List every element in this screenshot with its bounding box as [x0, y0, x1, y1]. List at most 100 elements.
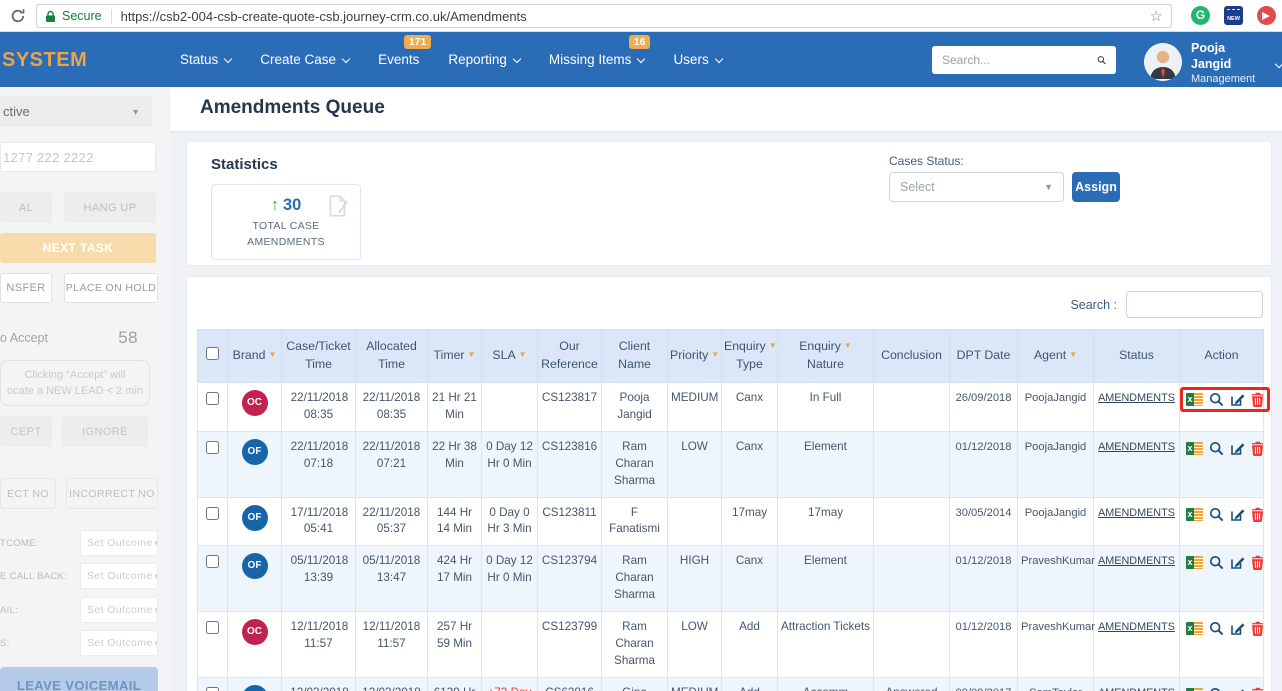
nav-item-reporting[interactable]: Reporting: [448, 52, 522, 67]
select-all-header[interactable]: [197, 329, 228, 383]
new-extension-icon[interactable]: NEW: [1224, 6, 1243, 25]
outcome-label: TCOME:: [0, 537, 39, 549]
select-all-checkbox[interactable]: [206, 347, 219, 361]
user-name: Pooja Jangid: [1191, 41, 1232, 72]
column-header-timer[interactable]: Timer ▼: [427, 329, 482, 383]
nav-item-events[interactable]: Events 171: [378, 35, 432, 67]
edit-icon[interactable]: [1230, 621, 1245, 636]
column-header-sla[interactable]: SLA ▼: [481, 329, 538, 383]
view-icon[interactable]: [1209, 507, 1224, 522]
column-header-enquiry[interactable]: Enquiry ▼ Type: [721, 329, 778, 383]
view-icon[interactable]: [1209, 441, 1224, 456]
table-search-input[interactable]: [1126, 291, 1263, 318]
case-ticket-time-cell: 17/11/2018 05:41: [281, 496, 356, 547]
view-icon[interactable]: [1209, 392, 1224, 407]
transfer-button[interactable]: NSFER: [0, 273, 52, 303]
grammarly-extension-icon[interactable]: G: [1191, 6, 1210, 25]
search-icon[interactable]: [1097, 53, 1106, 67]
view-icon[interactable]: [1209, 555, 1224, 570]
row-checkbox[interactable]: [206, 440, 219, 454]
nav-item-users[interactable]: Users: [673, 52, 723, 67]
edit-icon[interactable]: [1230, 392, 1245, 407]
accept-note-line: Clicking “Accept” will: [24, 368, 126, 381]
hang-up-button[interactable]: HANG UP: [64, 192, 156, 223]
delete-icon[interactable]: [1251, 507, 1264, 522]
sort-caret-icon[interactable]: ▼: [268, 350, 276, 359]
nav-item-label: Missing Items: [548, 52, 632, 67]
events-count-badge: 171: [403, 35, 432, 49]
row-checkbox[interactable]: [206, 391, 219, 405]
excel-export-icon[interactable]: x: [1186, 392, 1203, 406]
excel-export-icon[interactable]: x: [1186, 622, 1203, 636]
edit-icon[interactable]: [1230, 555, 1245, 570]
view-icon[interactable]: [1209, 621, 1224, 636]
nav-item-missing-items[interactable]: Missing Items 16: [548, 35, 651, 67]
set-outcome-select[interactable]: Set Outcome▼: [80, 630, 158, 656]
excel-export-icon[interactable]: x: [1186, 556, 1203, 570]
set-outcome-select[interactable]: Set Outcome▼: [80, 530, 158, 556]
sort-caret-icon[interactable]: ▼: [1069, 350, 1077, 359]
edit-icon[interactable]: [1230, 687, 1245, 691]
status-link[interactable]: AMENDMENTS: [1098, 621, 1175, 633]
ignore-button[interactable]: IGNORE: [62, 416, 148, 447]
excel-export-icon[interactable]: x: [1186, 507, 1203, 521]
leave-voicemail-button[interactable]: LEAVE VOICEMAIL: [0, 667, 158, 691]
browser-chrome: Secure https://csb2-004-csb-create-quote…: [0, 0, 1282, 32]
nav-item-create-case[interactable]: Create Case: [260, 52, 351, 67]
url-text[interactable]: https://csb2-004-csb-create-quote-csb.jo…: [121, 9, 1142, 24]
sort-caret-icon[interactable]: ▼: [844, 341, 852, 350]
column-header-enquiry[interactable]: Enquiry ▼ Nature: [777, 329, 874, 383]
user-menu[interactable]: Pooja Jangid Management: [1144, 40, 1282, 85]
correct-no-button[interactable]: ECT NO: [0, 478, 56, 509]
status-link[interactable]: AMENDMENTS: [1098, 687, 1175, 691]
incorrect-no-button[interactable]: INCORRECT NO: [66, 478, 158, 509]
delete-icon[interactable]: [1251, 555, 1264, 571]
row-checkbox[interactable]: [206, 621, 219, 635]
row-checkbox[interactable]: [206, 506, 219, 520]
sort-caret-icon[interactable]: ▼: [519, 350, 527, 359]
nav-item-status[interactable]: Status: [180, 52, 233, 67]
red-extension-icon[interactable]: [1257, 6, 1276, 25]
delete-icon[interactable]: [1251, 441, 1264, 456]
bookmark-star-icon[interactable]: ☆: [1150, 7, 1163, 25]
phone-number-input[interactable]: [0, 142, 156, 172]
status-link[interactable]: AMENDMENTS: [1098, 507, 1175, 519]
secure-label: Secure: [62, 9, 102, 23]
row-checkbox[interactable]: [206, 555, 219, 569]
total-case-amendments-card[interactable]: ↑ 30 TOTAL CASE AMENDMENTS: [211, 184, 361, 260]
dial-button[interactable]: AL: [0, 192, 52, 223]
app-logo[interactable]: SYSTEM: [2, 49, 87, 72]
reload-icon[interactable]: [10, 8, 26, 24]
status-cell: AMENDMENTS: [1093, 496, 1180, 547]
status-link[interactable]: AMENDMENTS: [1098, 555, 1175, 567]
address-bar[interactable]: Secure https://csb2-004-csb-create-quote…: [36, 4, 1172, 28]
sort-caret-icon[interactable]: ▼: [711, 350, 719, 359]
delete-icon[interactable]: [1251, 687, 1264, 691]
sort-caret-icon[interactable]: ▼: [769, 341, 777, 350]
place-on-hold-button[interactable]: PLACE ON HOLD: [64, 273, 158, 303]
set-outcome-select[interactable]: Set Outcome▼: [80, 597, 158, 623]
global-search-input[interactable]: [942, 53, 1097, 67]
assign-button[interactable]: Assign: [1072, 172, 1120, 202]
set-outcome-select[interactable]: Set Outcome▼: [80, 563, 158, 589]
cases-status-select[interactable]: Select ▼: [889, 172, 1064, 202]
column-header-priority[interactable]: Priority ▼: [667, 329, 722, 383]
edit-icon[interactable]: [1230, 441, 1245, 456]
excel-export-icon[interactable]: x: [1186, 441, 1203, 455]
edit-icon[interactable]: [1230, 507, 1245, 522]
accept-button[interactable]: CEPT: [0, 416, 52, 447]
column-header-brand[interactable]: Brand ▼: [227, 329, 282, 383]
next-task-button[interactable]: NEXT TASK: [0, 233, 156, 263]
view-icon[interactable]: [1209, 687, 1224, 691]
status-link[interactable]: AMENDMENTS: [1098, 441, 1175, 453]
call-state-dropdown[interactable]: ctive ▼: [0, 96, 152, 127]
nav-item-label: Status: [180, 52, 219, 67]
row-checkbox[interactable]: [206, 687, 219, 691]
status-link[interactable]: AMENDMENTS: [1098, 392, 1175, 404]
delete-icon[interactable]: [1251, 621, 1264, 637]
time-to-accept-count: 58: [118, 328, 138, 347]
delete-icon[interactable]: [1251, 392, 1264, 407]
brand-badge: OF: [241, 685, 268, 691]
sort-caret-icon[interactable]: ▼: [468, 350, 476, 359]
column-header-agent[interactable]: Agent ▼: [1017, 329, 1094, 383]
